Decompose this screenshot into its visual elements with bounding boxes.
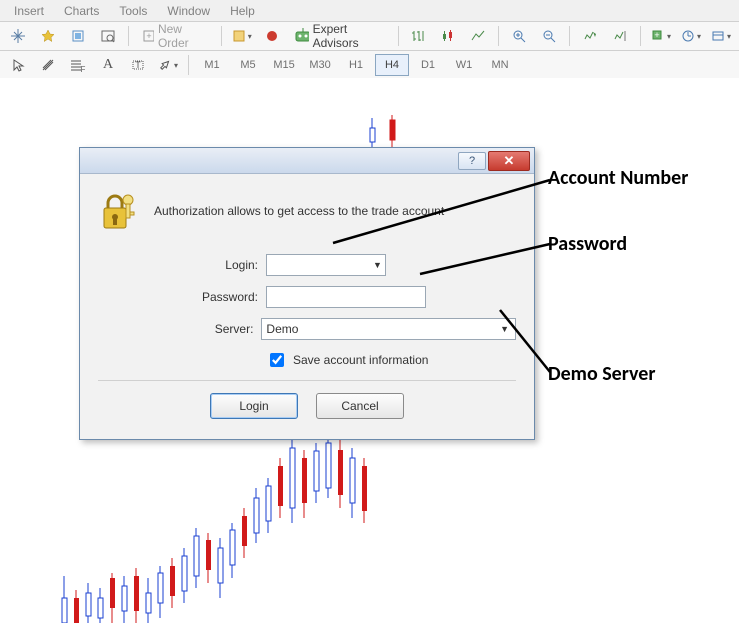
new-order-icon: + bbox=[142, 29, 154, 43]
password-input[interactable] bbox=[266, 286, 426, 308]
indicators-icon[interactable]: +▾ bbox=[647, 24, 675, 48]
timeframe-mn[interactable]: MN bbox=[483, 54, 517, 76]
help-button[interactable]: ? bbox=[458, 152, 486, 170]
crosshair-icon[interactable] bbox=[4, 24, 32, 48]
annotation-account-number: Account Number bbox=[548, 166, 688, 190]
new-order-label: New Order bbox=[158, 22, 208, 50]
close-button[interactable]: ✕ bbox=[488, 151, 530, 171]
timeframe-w1[interactable]: W1 bbox=[447, 54, 481, 76]
annotation-demo-server: Demo Server bbox=[548, 362, 655, 386]
timeframe-d1[interactable]: D1 bbox=[411, 54, 445, 76]
auto-scroll-icon[interactable] bbox=[576, 24, 604, 48]
svg-text:T: T bbox=[135, 60, 141, 70]
annotation-password: Password bbox=[548, 232, 627, 256]
lock-keys-icon bbox=[98, 190, 140, 232]
menu-bar: Insert Charts Tools Window Help bbox=[0, 0, 739, 22]
cursor-icon[interactable] bbox=[4, 53, 32, 77]
server-label: Server: bbox=[98, 322, 261, 336]
timeframe-m30[interactable]: M30 bbox=[303, 54, 337, 76]
text-label-icon[interactable]: A bbox=[94, 53, 122, 77]
server-value: Demo bbox=[262, 322, 302, 336]
timeframe-h4[interactable]: H4 bbox=[375, 54, 409, 76]
favorites-icon[interactable] bbox=[34, 24, 62, 48]
server-combobox[interactable]: Demo ▼ bbox=[261, 318, 516, 340]
timeframe-h1[interactable]: H1 bbox=[339, 54, 373, 76]
svg-text:+: + bbox=[654, 30, 659, 40]
candlestick-chart-icon[interactable] bbox=[434, 24, 462, 48]
login-dialog: ? ✕ Authorization allows to get access t… bbox=[79, 147, 535, 440]
chart-shift-icon[interactable] bbox=[606, 24, 634, 48]
trendline-icon[interactable] bbox=[34, 53, 62, 77]
new-order-button[interactable]: + New Order bbox=[135, 24, 215, 48]
line-chart-icon[interactable] bbox=[464, 24, 492, 48]
timeframe-m5[interactable]: M5 bbox=[231, 54, 265, 76]
chevron-down-icon[interactable]: ▼ bbox=[494, 324, 515, 334]
login-input[interactable] bbox=[267, 256, 369, 274]
timeframe-m1[interactable]: M1 bbox=[195, 54, 229, 76]
zoom-out-icon[interactable] bbox=[535, 24, 563, 48]
login-combobox[interactable]: ▼ bbox=[266, 254, 386, 276]
periodicity-icon[interactable]: ▾ bbox=[677, 24, 705, 48]
dialog-description: Authorization allows to get access to th… bbox=[154, 204, 444, 218]
expert-advisors-button[interactable]: Expert Advisors bbox=[288, 24, 392, 48]
dialog-titlebar: ? ✕ bbox=[80, 148, 534, 174]
toolbar-drawing: F A T ▾ M1 M5 M15 M30 H1 H4 D1 W1 MN bbox=[0, 51, 739, 80]
login-button[interactable]: Login bbox=[210, 393, 298, 419]
svg-text:+: + bbox=[146, 31, 151, 41]
cancel-button[interactable]: Cancel bbox=[316, 393, 404, 419]
expert-advisors-label: Expert Advisors bbox=[313, 22, 385, 50]
templates-dropdown-icon[interactable]: ▾ bbox=[707, 24, 735, 48]
zoom-in-icon[interactable] bbox=[505, 24, 533, 48]
menu-tools[interactable]: Tools bbox=[109, 2, 157, 20]
menu-window[interactable]: Window bbox=[157, 2, 220, 20]
fibonacci-icon[interactable]: F bbox=[64, 53, 92, 77]
bar-chart-icon[interactable] bbox=[404, 24, 432, 48]
templates-icon[interactable] bbox=[64, 24, 92, 48]
save-account-checkbox[interactable] bbox=[270, 353, 284, 367]
menu-insert[interactable]: Insert bbox=[4, 2, 54, 20]
text-object-icon[interactable]: T bbox=[124, 53, 152, 77]
chevron-down-icon[interactable]: ▼ bbox=[369, 260, 386, 270]
save-account-label: Save account information bbox=[293, 353, 428, 367]
autotrading-stop-icon[interactable] bbox=[258, 24, 286, 48]
login-label: Login: bbox=[98, 258, 266, 272]
expert-advisors-icon bbox=[295, 28, 309, 44]
menu-charts[interactable]: Charts bbox=[54, 2, 109, 20]
data-window-icon[interactable] bbox=[94, 24, 122, 48]
password-label: Password: bbox=[98, 290, 266, 304]
timeframe-m15[interactable]: M15 bbox=[267, 54, 301, 76]
arrows-icon[interactable]: ▾ bbox=[154, 53, 182, 77]
menu-help[interactable]: Help bbox=[220, 2, 265, 20]
autotrading-icon[interactable]: ▾ bbox=[228, 24, 256, 48]
toolbar-main: + New Order ▾ Expert Advisors +▾ ▾ bbox=[0, 22, 739, 51]
